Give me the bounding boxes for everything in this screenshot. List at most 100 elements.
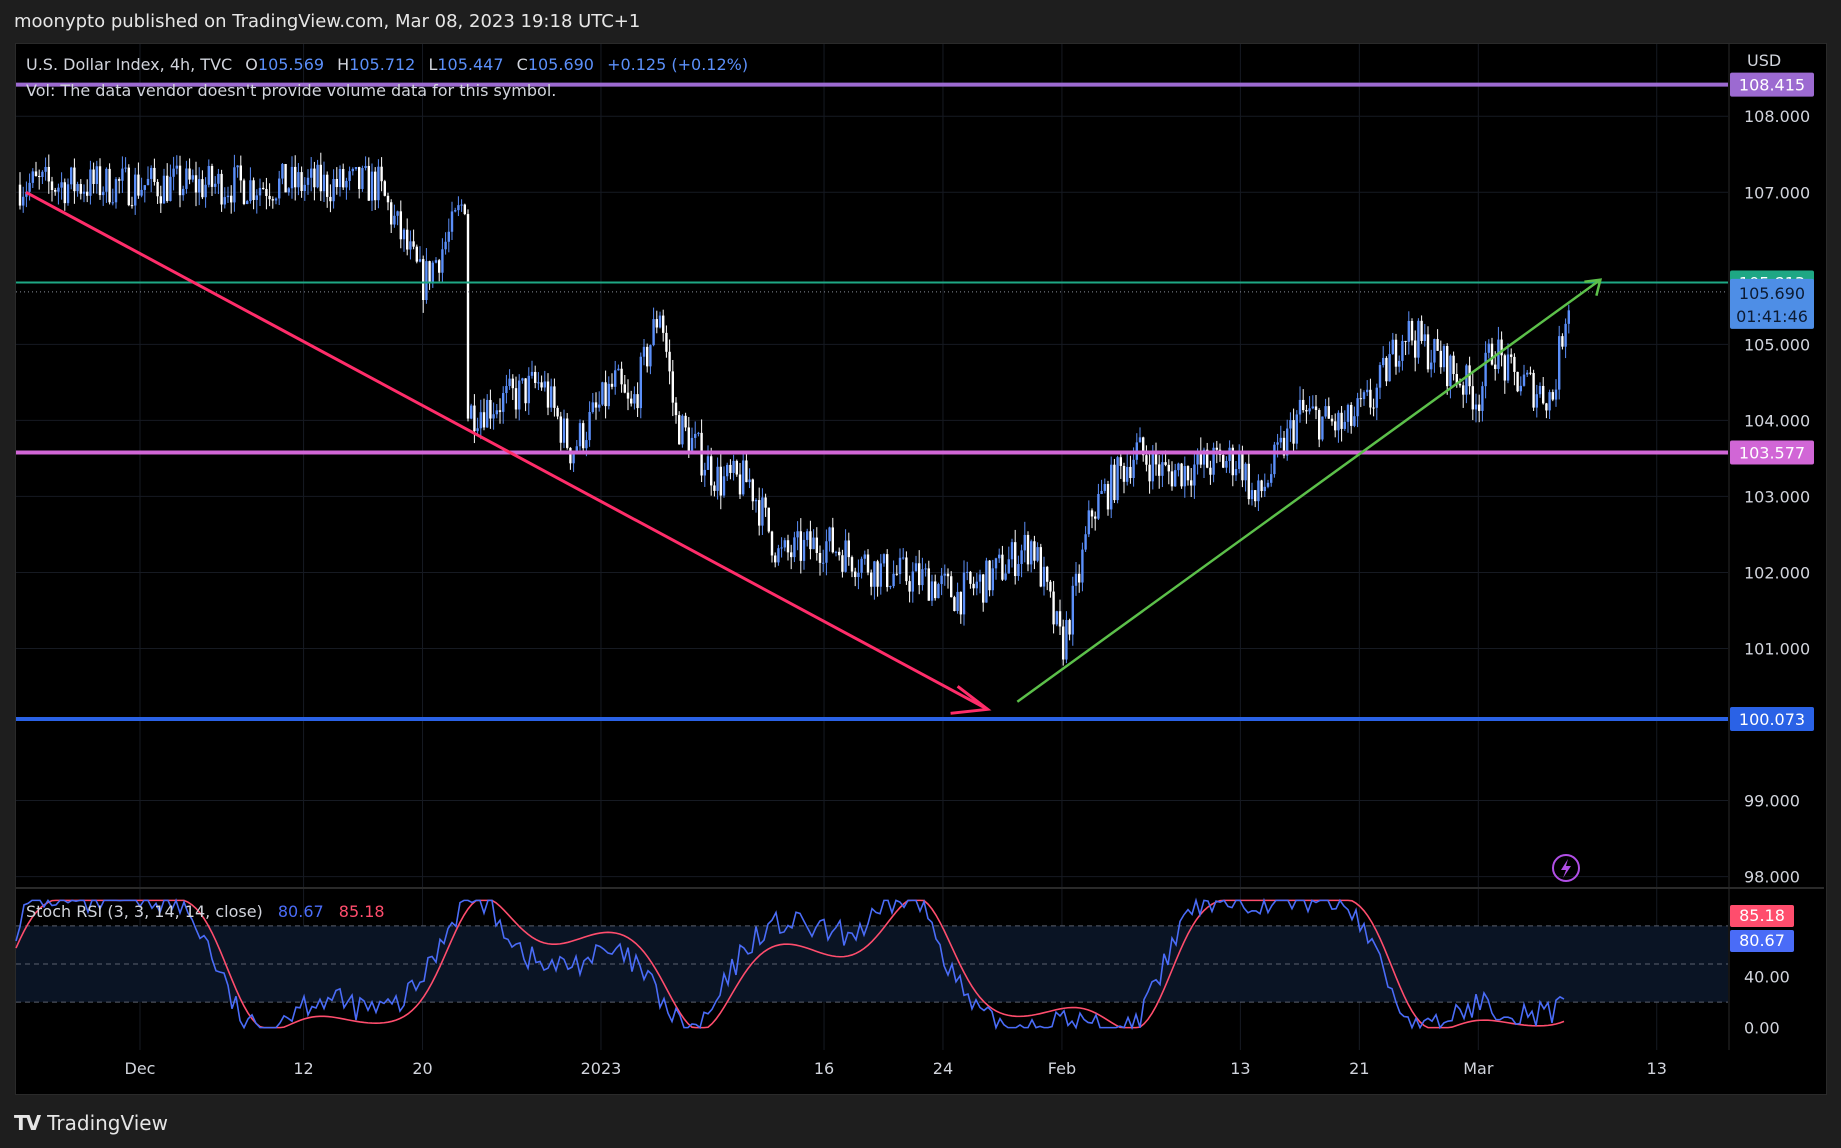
candle-body: [527, 375, 530, 404]
candle-body: [242, 180, 246, 205]
candle-body: [47, 166, 50, 182]
candle-body: [1279, 437, 1282, 443]
stoch-title: Stoch RSI (3, 3, 14, 14, close): [26, 902, 263, 921]
legend-h-value: 105.712: [349, 55, 415, 74]
candle-body: [658, 315, 662, 328]
price-axis[interactable]: 108.000 107.000 105.000 104.000 103.000 102.0…: [1730, 72, 1814, 1038]
candle-body: [927, 568, 930, 601]
candle-body: [1474, 404, 1478, 410]
legend-l-value: 105.447: [437, 55, 503, 74]
candle-body: [1081, 549, 1084, 583]
chart-svg[interactable]: 108.000 107.000 105.000 104.000 103.000 102.0…: [0, 0, 1841, 1148]
candle-body: [1094, 516, 1097, 519]
candle-body: [1442, 346, 1446, 368]
candle-body: [655, 319, 658, 328]
candle-body: [121, 168, 124, 181]
candle-body: [1388, 354, 1391, 382]
candle-body: [998, 554, 1001, 559]
candle-body: [802, 539, 806, 561]
candle-body: [1126, 466, 1129, 482]
candle-body: [508, 378, 511, 387]
candle-body: [790, 552, 793, 558]
legend-h-label: H: [337, 55, 349, 74]
candle-body: [287, 188, 290, 193]
candle-body: [393, 215, 396, 225]
time-tick-label: 20: [412, 1059, 432, 1078]
candle-body: [1430, 362, 1433, 370]
candle-body: [182, 188, 185, 196]
candle-body: [1174, 470, 1177, 487]
candle-body: [66, 184, 70, 204]
candle-body: [582, 423, 585, 449]
candle-body: [274, 198, 278, 201]
candle-body: [953, 597, 956, 611]
candle-body: [770, 531, 774, 556]
candle-body: [1439, 350, 1442, 368]
candle-body: [1017, 564, 1020, 577]
candle-body: [908, 581, 911, 592]
candle-body: [386, 195, 390, 203]
candle-body: [988, 560, 991, 591]
stoch-legend: Stoch RSI (3, 3, 14, 14, close) 80.67 85…: [26, 902, 385, 921]
candle-body: [1241, 451, 1244, 481]
candle-body: [1097, 494, 1100, 519]
candle-body: [1074, 573, 1078, 586]
candle-body: [102, 191, 105, 196]
candle-body: [265, 188, 268, 196]
horizontal-levels[interactable]: [16, 82, 1728, 721]
candle-body: [1423, 334, 1426, 341]
candle-body: [1321, 416, 1324, 440]
price-tick-label: 105.000: [1744, 335, 1810, 354]
candle-body: [319, 164, 322, 192]
candle-body: [22, 196, 25, 206]
candle-body: [1276, 442, 1279, 445]
time-tick-label: 13: [1647, 1059, 1667, 1078]
candle-body: [223, 197, 226, 205]
candle-body: [924, 568, 927, 570]
candle-body: [486, 399, 489, 428]
time-tick-label: 12: [293, 1059, 313, 1078]
candle-body: [767, 507, 770, 532]
time-tick-label: 24: [933, 1059, 953, 1078]
candle-body: [751, 479, 754, 502]
candle-body: [537, 382, 540, 384]
candle-body: [70, 167, 73, 185]
time-axis[interactable]: Dec 12 20 2023 16 24 Feb 13 21 Mar 13: [125, 1059, 1667, 1078]
candle-body: [895, 573, 898, 575]
candle-body: [809, 531, 812, 550]
candle-body: [1404, 340, 1407, 342]
candle-body: [985, 560, 988, 603]
candle-body: [614, 370, 617, 387]
candle-body: [594, 402, 598, 408]
candle-body: [1554, 389, 1558, 400]
candle-body: [588, 411, 591, 441]
candle-body: [1561, 336, 1564, 347]
stoch-tick-label: 40.00: [1744, 968, 1790, 987]
candle-body: [623, 384, 626, 393]
candle-body: [130, 205, 134, 207]
candle-body: [1164, 462, 1167, 465]
candle-body: [28, 182, 31, 192]
candle-body: [44, 166, 47, 172]
candle-body: [1023, 534, 1026, 551]
candle-body: [345, 180, 348, 188]
candle-body: [844, 540, 847, 572]
candle-body: [300, 172, 303, 192]
price-tick-label: 103.000: [1744, 487, 1810, 506]
candle-body: [498, 410, 502, 412]
candle-body: [1318, 410, 1321, 440]
candle-body: [1193, 464, 1196, 486]
candle-body: [351, 168, 354, 172]
candle-body: [505, 386, 508, 394]
lightning-icon[interactable]: [1552, 854, 1580, 882]
candle-body: [390, 202, 393, 225]
candle-body: [607, 383, 610, 407]
candle-body: [441, 249, 444, 273]
candle-body: [278, 178, 281, 199]
candle-body: [1004, 573, 1007, 580]
candle-body: [425, 261, 428, 301]
candle-body: [463, 204, 466, 215]
candle-body: [156, 181, 159, 197]
candle-body: [422, 259, 425, 301]
candle-body: [732, 460, 735, 473]
